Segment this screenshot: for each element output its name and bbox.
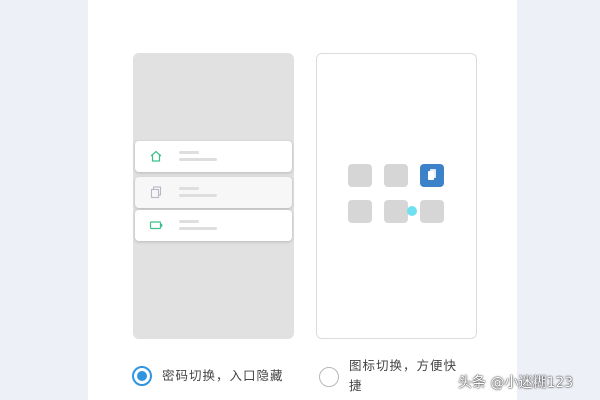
app-row: [135, 177, 292, 208]
copy-icon: [150, 186, 162, 199]
row-title-line: [179, 187, 199, 190]
battery-icon: [149, 221, 163, 230]
row-title-line: [179, 220, 199, 223]
preview-card-icon-switch[interactable]: [316, 53, 477, 339]
option-label-icon-switch-line1: 图标切换，方便快: [349, 358, 458, 373]
option-label-icon-switch-line2: 捷: [349, 378, 363, 393]
app-tile: [384, 200, 408, 223]
touch-indicator-dot: [407, 206, 417, 216]
app-row: [135, 210, 292, 241]
app-tile: [348, 200, 372, 223]
row-title-line: [179, 151, 199, 154]
radio-password-switch[interactable]: [132, 366, 152, 386]
option-label-password-switch: 密码切换，入口隐藏: [162, 368, 284, 383]
row-subtitle-line: [179, 227, 217, 230]
app-tile: [384, 164, 408, 187]
app-tile: [348, 164, 372, 187]
row-subtitle-line: [179, 158, 217, 161]
home-icon: [150, 150, 162, 162]
app-tile: [420, 200, 444, 223]
app-row: [135, 141, 292, 172]
radio-icon-switch[interactable]: [319, 367, 339, 387]
watermark: 头条 @小迷糊123: [458, 375, 574, 391]
app-tile-active: [420, 164, 444, 187]
row-subtitle-line: [179, 194, 217, 197]
copy-icon: [428, 169, 436, 180]
